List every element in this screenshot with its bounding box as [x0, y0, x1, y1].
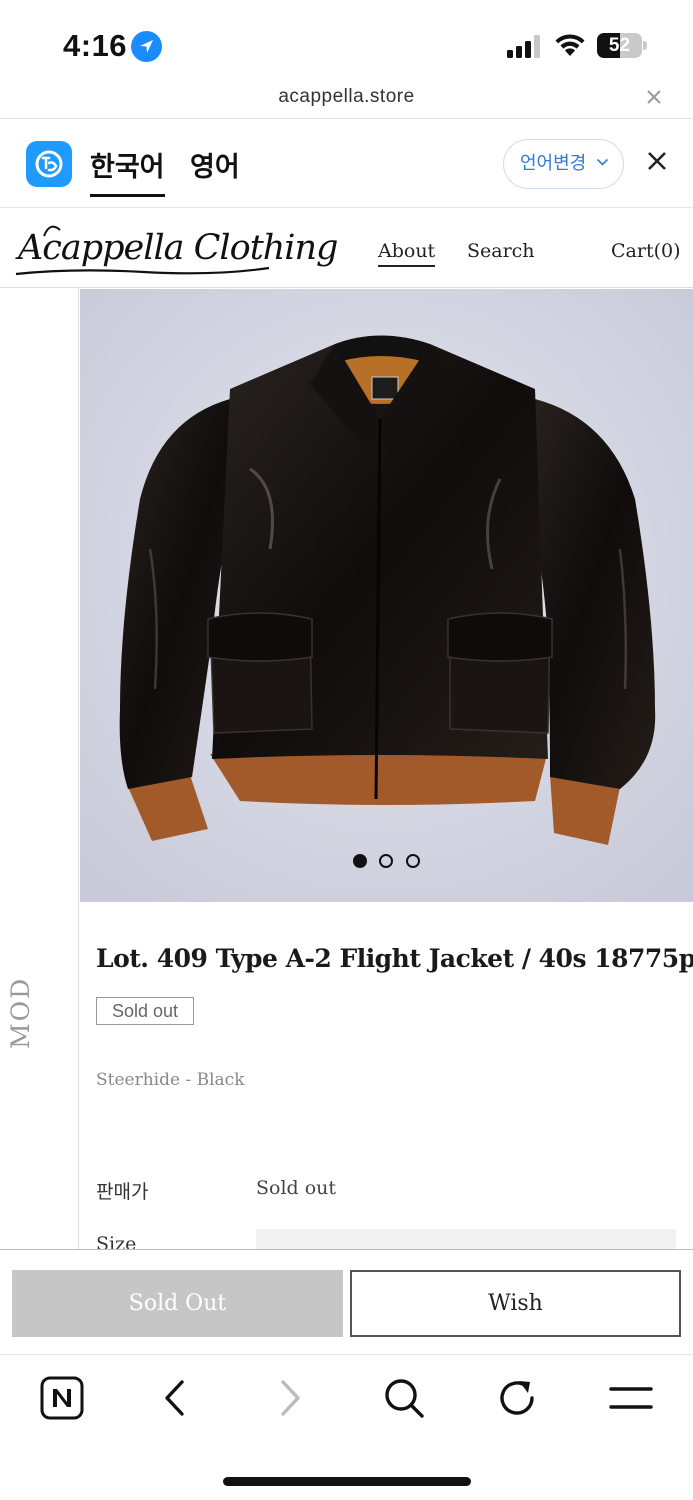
- site-logo[interactable]: Acappella Clothing: [14, 216, 338, 282]
- battery-level: 52: [608, 35, 631, 56]
- refresh-icon[interactable]: [495, 1376, 539, 1420]
- wish-button[interactable]: Wish: [350, 1270, 681, 1337]
- lang-tab-korean[interactable]: 한국어: [90, 145, 165, 197]
- site-header: Acappella Clothing About Search Cart(0): [0, 208, 693, 288]
- wifi-icon: [554, 32, 586, 58]
- carousel-dots[interactable]: [353, 854, 423, 870]
- url-text[interactable]: acappella.store: [0, 86, 693, 108]
- cellular-signal-icon: [507, 34, 543, 58]
- nav-cart-link[interactable]: Cart(0): [611, 240, 681, 262]
- carousel-dot[interactable]: [353, 854, 367, 868]
- language-change-button[interactable]: 언어변경: [503, 139, 624, 189]
- size-select[interactable]: [256, 1229, 676, 1250]
- chevron-down-icon: [596, 158, 609, 166]
- size-label: Size: [96, 1233, 137, 1250]
- status-time: 4:16: [63, 28, 128, 63]
- jacket-photo: [80, 289, 693, 902]
- price-value: Sold out: [256, 1177, 337, 1199]
- translate-app-icon[interactable]: [26, 141, 72, 187]
- site-logo-text: Acappella Clothing: [18, 228, 338, 268]
- status-bar: 4:16 52: [0, 0, 693, 78]
- translate-bar: 한국어 영어 언어변경: [0, 119, 693, 208]
- sold-out-button[interactable]: Sold Out: [12, 1270, 343, 1337]
- nav-about-link[interactable]: About: [378, 240, 436, 267]
- product-title: Lot. 409 Type A-2 Flight Jacket / 40s 18…: [96, 944, 693, 973]
- side-strip: MOD: [0, 289, 79, 1250]
- browser-toolbar: [0, 1356, 693, 1446]
- forward-arrow-icon[interactable]: [268, 1376, 312, 1420]
- action-bar: Sold Out Wish: [0, 1249, 693, 1355]
- home-indicator[interactable]: [223, 1477, 471, 1486]
- url-bar[interactable]: acappella.store: [0, 78, 693, 119]
- price-label: 판매가: [96, 1181, 149, 1203]
- close-icon[interactable]: [645, 149, 669, 173]
- search-icon[interactable]: [382, 1376, 426, 1420]
- naver-home-icon[interactable]: [40, 1376, 84, 1420]
- carousel-dot[interactable]: [406, 854, 420, 868]
- language-change-label: 언어변경: [520, 153, 587, 174]
- carousel-dot[interactable]: [379, 854, 393, 868]
- close-icon[interactable]: [647, 85, 661, 109]
- product-subtitle: Steerhide - Black: [96, 1070, 245, 1090]
- menu-icon[interactable]: [609, 1376, 653, 1420]
- side-label[interactable]: MOD: [6, 977, 35, 1049]
- location-arrow-icon: [131, 31, 162, 62]
- product-image[interactable]: [80, 289, 693, 902]
- lang-tab-english[interactable]: 영어: [190, 145, 240, 184]
- battery-icon: 52: [597, 33, 647, 58]
- nav-search-link[interactable]: Search: [467, 240, 535, 262]
- status-badge: Sold out: [96, 997, 194, 1025]
- back-arrow-icon[interactable]: [153, 1376, 197, 1420]
